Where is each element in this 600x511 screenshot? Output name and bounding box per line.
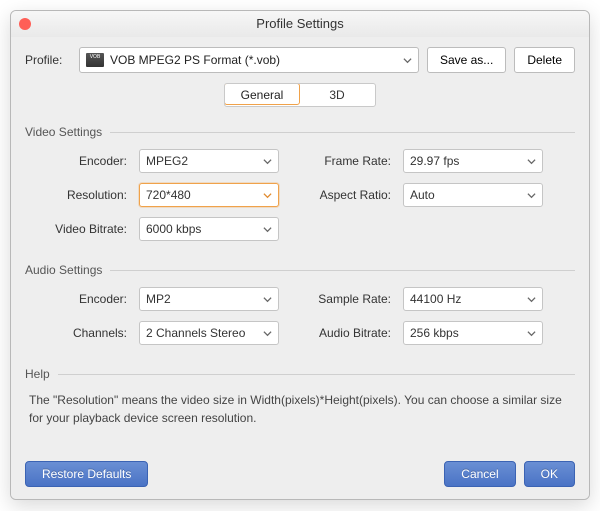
- aspect-ratio-select[interactable]: Auto: [403, 183, 543, 207]
- close-icon[interactable]: [19, 18, 31, 30]
- divider: [58, 374, 575, 375]
- channels-select[interactable]: 2 Channels Stereo: [139, 321, 279, 345]
- tab-bar: General 3D: [25, 83, 575, 107]
- audio-encoder-select[interactable]: MP2: [139, 287, 279, 311]
- restore-defaults-button[interactable]: Restore Defaults: [25, 461, 148, 487]
- save-as-button[interactable]: Save as...: [427, 47, 506, 73]
- tab-general[interactable]: General: [224, 83, 300, 105]
- chevron-down-icon: [403, 56, 412, 65]
- vob-file-icon: [86, 53, 104, 67]
- resolution-label: Resolution:: [31, 188, 127, 202]
- sample-rate-select[interactable]: 44100 Hz: [403, 287, 543, 311]
- profile-value: VOB MPEG2 PS Format (*.vob): [110, 53, 403, 67]
- chevron-down-icon: [263, 157, 272, 166]
- resolution-value: 720*480: [146, 188, 191, 202]
- video-bitrate-select[interactable]: 6000 kbps: [139, 217, 279, 241]
- window-title: Profile Settings: [256, 16, 343, 31]
- audio-settings-group: Audio Settings Encoder: MP2 Sample Rate:…: [25, 263, 575, 345]
- frame-rate-label: Frame Rate:: [291, 154, 391, 168]
- chevron-down-icon: [527, 329, 536, 338]
- divider: [110, 132, 575, 133]
- profile-select[interactable]: VOB MPEG2 PS Format (*.vob): [79, 47, 419, 73]
- profile-label: Profile:: [25, 53, 71, 67]
- tab-3d[interactable]: 3D: [299, 84, 375, 106]
- footer: Restore Defaults Cancel OK: [25, 461, 575, 487]
- chevron-down-icon: [263, 329, 272, 338]
- frame-rate-select[interactable]: 29.97 fps: [403, 149, 543, 173]
- chevron-down-icon: [263, 295, 272, 304]
- audio-bitrate-label: Audio Bitrate:: [291, 326, 391, 340]
- delete-button[interactable]: Delete: [514, 47, 575, 73]
- audio-encoder-label: Encoder:: [31, 292, 127, 306]
- chevron-down-icon: [263, 225, 272, 234]
- audio-bitrate-value: 256 kbps: [410, 326, 459, 340]
- chevron-down-icon: [527, 157, 536, 166]
- video-encoder-label: Encoder:: [31, 154, 127, 168]
- ok-button[interactable]: OK: [524, 461, 575, 487]
- help-group: Help The "Resolution" means the video si…: [25, 367, 575, 427]
- video-settings-heading: Video Settings: [25, 125, 102, 139]
- chevron-down-icon: [263, 191, 272, 200]
- aspect-ratio-label: Aspect Ratio:: [291, 188, 391, 202]
- help-heading: Help: [25, 367, 50, 381]
- divider: [110, 270, 575, 271]
- channels-label: Channels:: [31, 326, 127, 340]
- help-text: The "Resolution" means the video size in…: [25, 391, 575, 427]
- content-area: Profile: VOB MPEG2 PS Format (*.vob) Sav…: [11, 37, 589, 499]
- frame-rate-value: 29.97 fps: [410, 154, 459, 168]
- sample-rate-value: 44100 Hz: [410, 292, 461, 306]
- audio-encoder-value: MP2: [146, 292, 171, 306]
- profile-row: Profile: VOB MPEG2 PS Format (*.vob) Sav…: [25, 47, 575, 73]
- channels-value: 2 Channels Stereo: [146, 326, 245, 340]
- video-bitrate-value: 6000 kbps: [146, 222, 201, 236]
- video-bitrate-label: Video Bitrate:: [31, 222, 127, 236]
- cancel-button[interactable]: Cancel: [444, 461, 515, 487]
- dialog-window: Profile Settings Profile: VOB MPEG2 PS F…: [10, 10, 590, 500]
- video-encoder-value: MPEG2: [146, 154, 188, 168]
- video-settings-group: Video Settings Encoder: MPEG2 Frame Rate…: [25, 125, 575, 241]
- chevron-down-icon: [527, 191, 536, 200]
- audio-settings-heading: Audio Settings: [25, 263, 102, 277]
- audio-bitrate-select[interactable]: 256 kbps: [403, 321, 543, 345]
- video-encoder-select[interactable]: MPEG2: [139, 149, 279, 173]
- sample-rate-label: Sample Rate:: [291, 292, 391, 306]
- aspect-ratio-value: Auto: [410, 188, 435, 202]
- title-bar: Profile Settings: [11, 11, 589, 37]
- chevron-down-icon: [527, 295, 536, 304]
- resolution-select[interactable]: 720*480: [139, 183, 279, 207]
